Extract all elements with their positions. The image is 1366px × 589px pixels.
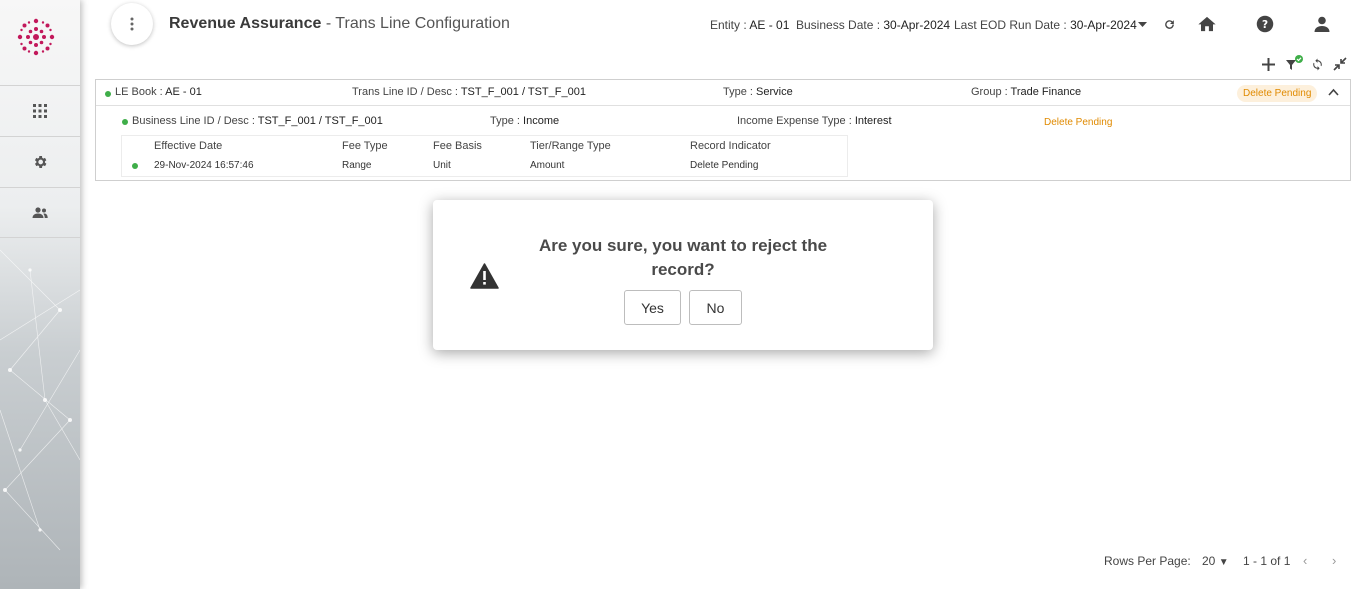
entity-info: Entity : AE - 01 — [710, 18, 789, 32]
business-line-id-value: TST_F_001 / TST_F_001 — [257, 115, 383, 127]
filter-button[interactable] — [1285, 55, 1303, 73]
main-menu-button[interactable] — [111, 3, 153, 45]
dialog-message: Are you sure, you want to reject the rec… — [538, 236, 828, 279]
record-type-value: Service — [756, 86, 793, 98]
fee-table-header: Effective Date — [154, 140, 223, 152]
record-summary-row[interactable]: LE Book : AE - 01 Trans Line ID / Desc :… — [96, 80, 1350, 106]
table-cell-fee-type: Range — [342, 160, 372, 171]
le-book: LE Book : AE - 01 — [115, 86, 202, 98]
le-book-label: LE Book : — [115, 86, 166, 98]
chevron-up-icon[interactable] — [1328, 88, 1339, 96]
help-icon: ? — [1256, 15, 1274, 33]
network-background-graphic — [0, 249, 80, 551]
page-title-screen: - Trans Line Configuration — [321, 15, 510, 32]
eod-date-info: Last EOD Run Date : 30-Apr-2024 — [954, 18, 1137, 32]
trans-line-label: Trans Line ID / Desc : — [352, 86, 461, 98]
kebab-menu-icon — [130, 17, 134, 31]
business-line-type-label: Type : — [490, 115, 524, 127]
page-title: Revenue Assurance - Trans Line Configura… — [169, 15, 510, 33]
business-date-value: 30-Apr-2024 — [883, 18, 951, 32]
income-expense-type: Income Expense Type : Interest — [737, 115, 892, 127]
sidebar-apps-button[interactable] — [0, 85, 80, 136]
entity-value: AE - 01 — [749, 18, 790, 32]
collapse-icon — [1333, 57, 1347, 71]
eod-date-value: 30-Apr-2024 — [1070, 18, 1137, 32]
row-status-dot — [132, 163, 138, 169]
settings-icon — [34, 156, 47, 168]
confirm-reject-dialog: Are you sure, you want to reject the rec… — [433, 200, 933, 350]
rows-per-page-value: 20 — [1202, 554, 1216, 568]
trans-line-value: TST_F_001 / TST_F_001 — [460, 86, 586, 98]
home-button[interactable] — [1195, 12, 1219, 36]
refresh-icon — [1164, 19, 1174, 29]
home-icon — [1198, 16, 1216, 32]
yes-button[interactable]: Yes — [624, 290, 681, 325]
rows-per-page-select[interactable]: 20 ▼ — [1202, 554, 1229, 568]
fee-table: Effective Date Fee Type Fee Basis Tier/R… — [121, 135, 848, 177]
record-type: Type : Service — [723, 86, 793, 98]
sidebar-settings-button[interactable] — [0, 136, 80, 187]
trans-line: Trans Line ID / Desc : TST_F_001 / TST_F… — [352, 86, 586, 98]
record-group-value: Trade Finance — [1010, 86, 1082, 98]
table-row[interactable]: 29-Nov-2024 16:57:46 Range Unit Amount D… — [122, 156, 847, 176]
sync-button[interactable] — [1308, 55, 1326, 73]
fee-table-header: Fee Basis — [433, 140, 482, 152]
previous-page-icon[interactable]: ‹ — [1303, 553, 1307, 568]
business-line-id-label: Business Line ID / Desc : — [132, 115, 258, 127]
add-icon — [1261, 57, 1275, 71]
business-line-status-dot — [122, 119, 128, 125]
business-line-type-value: Income — [523, 115, 560, 127]
record-panel: LE Book : AE - 01 Trans Line ID / Desc :… — [95, 79, 1351, 181]
status-badge: Delete Pending — [1237, 85, 1318, 102]
income-expense-value: Interest — [854, 115, 892, 127]
record-type-label: Type : — [723, 86, 757, 98]
user-profile-button[interactable] — [1310, 12, 1334, 36]
business-line-type: Type : Income — [490, 115, 559, 127]
fee-table-header: Tier/Range Type — [530, 140, 611, 152]
caret-down-icon: ▼ — [1218, 557, 1229, 568]
caret-down-icon — [1137, 21, 1147, 27]
business-date-label: Business Date : — [796, 18, 884, 32]
help-button[interactable]: ? — [1253, 12, 1277, 36]
page-range-text: 1 - 1 of 1 — [1243, 554, 1291, 568]
header-dropdown-button[interactable] — [1130, 12, 1154, 36]
page-title-module: Revenue Assurance — [169, 15, 322, 32]
apps-grid-icon — [33, 104, 47, 118]
le-book-value: AE - 01 — [165, 86, 202, 98]
business-line-id: Business Line ID / Desc : TST_F_001 / TS… — [132, 115, 383, 127]
add-button[interactable] — [1259, 55, 1277, 73]
table-cell-record-indicator: Delete Pending — [690, 160, 759, 171]
eod-date-label: Last EOD Run Date : — [954, 18, 1071, 32]
record-group-label: Group : — [971, 86, 1011, 98]
no-button[interactable]: No — [689, 290, 742, 325]
filter-icon — [1286, 55, 1303, 70]
sidebar — [0, 0, 80, 589]
business-date-info: Business Date : 30-Apr-2024 — [796, 18, 950, 32]
users-icon — [32, 206, 48, 218]
collapse-button[interactable] — [1331, 55, 1349, 73]
warning-icon — [470, 263, 499, 289]
next-page-icon[interactable]: › — [1332, 553, 1336, 568]
record-group: Group : Trade Finance — [971, 86, 1081, 98]
company-logo — [17, 18, 55, 56]
record-status-dot — [105, 91, 111, 97]
table-cell-effective-date: 29-Nov-2024 16:57:46 — [154, 160, 254, 171]
fee-table-header: Record Indicator — [690, 140, 771, 152]
income-expense-label: Income Expense Type : — [737, 115, 855, 127]
sync-icon — [1312, 58, 1322, 70]
table-cell-tier-range-type: Amount — [530, 160, 565, 171]
business-line-status: Delete Pending — [1044, 117, 1113, 128]
user-icon — [1314, 16, 1330, 32]
svg-text:?: ? — [1262, 19, 1268, 31]
rows-per-page-label: Rows Per Page: — [1104, 554, 1191, 568]
header-refresh-button[interactable] — [1157, 12, 1181, 36]
entity-label: Entity : — [710, 18, 750, 32]
fee-table-header: Fee Type — [342, 140, 388, 152]
table-cell-fee-basis: Unit — [433, 160, 451, 171]
